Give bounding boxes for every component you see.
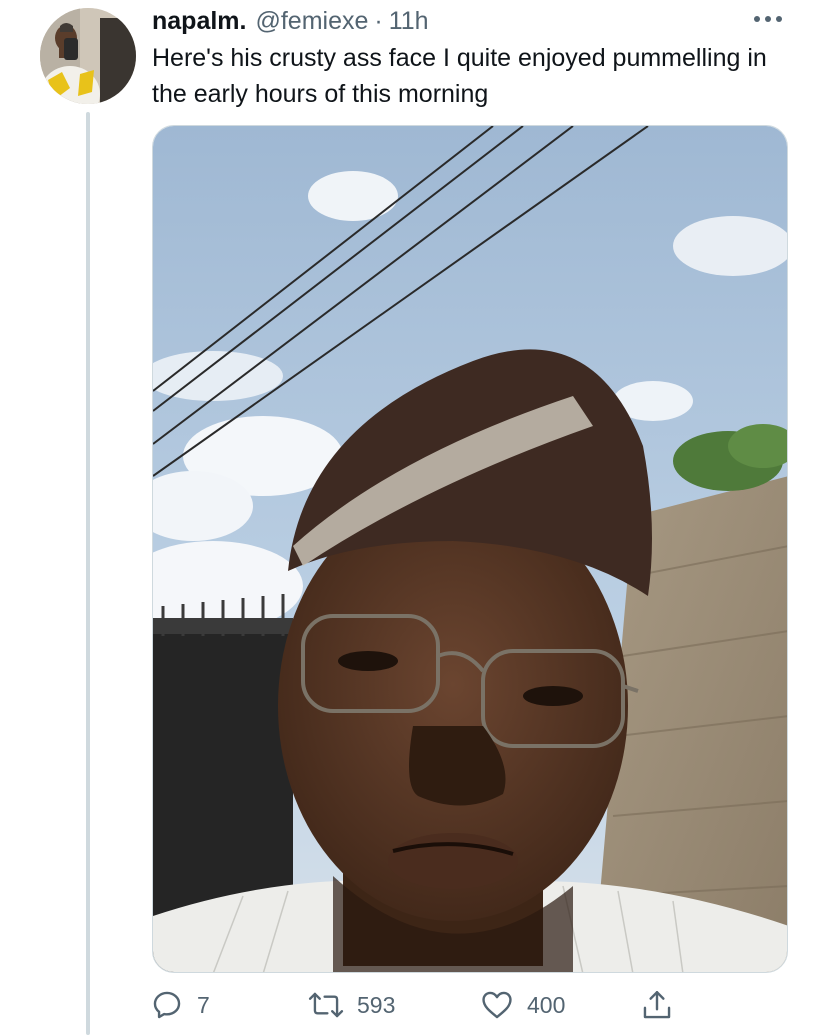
timestamp[interactable]: 11h [389, 7, 429, 36]
more-horizontal-icon [754, 16, 782, 22]
tweet-text: Here's his crusty ass face I quite enjoy… [152, 44, 767, 108]
reply-icon [153, 991, 181, 1019]
avatar-photo [40, 8, 136, 104]
user-handle[interactable]: @femiexe [255, 7, 368, 36]
share-icon [643, 991, 671, 1019]
media-photo [153, 126, 787, 972]
share-button[interactable] [640, 985, 674, 1025]
reply-button[interactable]: 7 [150, 985, 210, 1025]
avatar[interactable] [40, 8, 136, 104]
retweet-icon [308, 992, 344, 1018]
like-count: 400 [527, 991, 566, 1018]
retweet-button[interactable]: 593 [308, 985, 395, 1025]
thread-line [86, 112, 90, 1035]
heart-icon [482, 991, 512, 1019]
display-name[interactable]: napalm. [152, 7, 246, 36]
tweet-actions: 7 593 400 [150, 985, 690, 1025]
separator-dot: · [374, 6, 383, 35]
tweet-header: napalm. @femiexe · 11h [152, 4, 429, 38]
reply-count: 7 [197, 991, 210, 1018]
tweet-media[interactable] [152, 125, 788, 973]
retweet-count: 593 [357, 991, 396, 1018]
like-button[interactable]: 400 [480, 985, 565, 1025]
more-options-button[interactable] [748, 8, 788, 30]
